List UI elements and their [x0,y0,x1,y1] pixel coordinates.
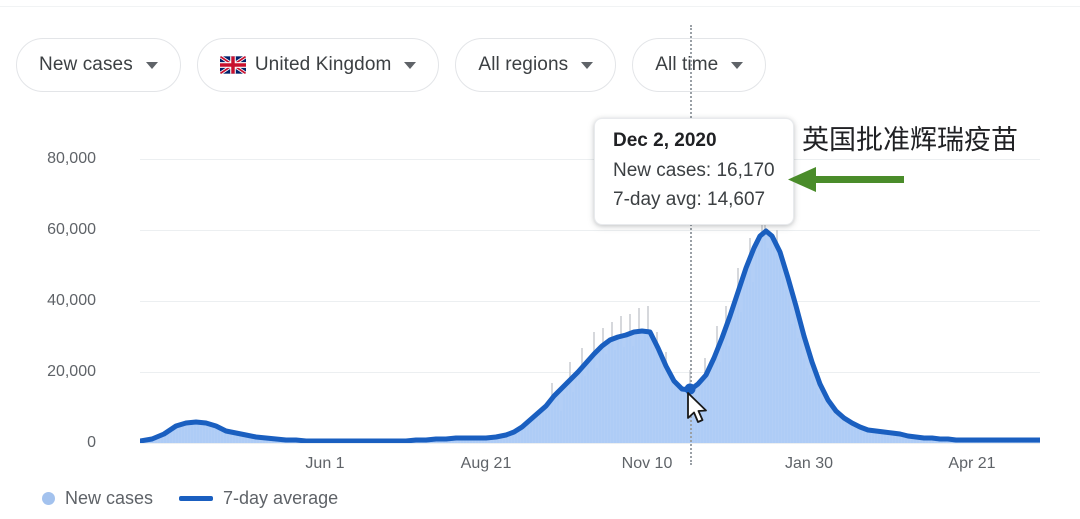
filter-chip-timerange[interactable]: All time [632,38,767,92]
chevron-down-icon [731,61,744,69]
tooltip-new-cases: New cases: 16,170 [613,160,775,181]
filter-chip-metric[interactable]: New cases [16,38,181,92]
filter-chip-region[interactable]: All regions [455,38,617,92]
case-area-fill [140,231,1040,443]
annotation-arrow-left-icon [786,164,906,201]
chevron-down-icon [145,61,158,69]
filter-chip-country-label: United Kingdom [254,54,392,75]
x-axis-tick-label: Nov 10 [621,455,673,472]
chevron-down-icon [404,61,417,69]
annotation-label: 英国批准辉瑞疫苗 [802,125,1018,156]
legend-label-new-cases: New cases [65,488,154,508]
chart-plot-area [140,208,1040,443]
legend-item-new-cases[interactable]: New cases [42,488,153,509]
legend-dot-icon [42,492,55,505]
tooltip-date: Dec 2, 2020 [613,130,717,151]
x-axis-tick-label: Aug 21 [460,455,512,472]
filter-chip-timerange-label: All time [655,54,719,75]
legend-label-seven-day-average: 7-day average [223,488,339,508]
filter-chip-country[interactable]: United Kingdom [196,38,440,92]
legend-item-seven-day-average[interactable]: 7-day average [179,488,338,509]
chart-tooltip: Dec 2, 2020 New cases: 16,170 7-day avg:… [594,118,794,225]
x-axis-tick-label: Apr 21 [948,455,996,472]
mouse-cursor-icon [686,392,710,431]
chart-legend: New cases 7-day average [42,488,338,509]
covid-cases-chart[interactable]: 80,000 60,000 40,000 20,000 0 Jun 1 Aug … [0,25,1080,480]
legend-line-icon [179,496,214,501]
chevron-down-icon [581,61,594,69]
tooltip-seven-day-avg: 7-day avg: 14,607 [613,189,766,210]
filter-chip-metric-label: New cases [39,54,133,75]
top-divider [0,6,1080,7]
x-axis-tick-label: Jan 30 [784,455,834,472]
x-axis-tick-label: Jun 1 [305,455,345,472]
filter-chip-bar: New cases United Kingdom All regions All [16,38,767,92]
filter-chip-region-label: All regions [478,54,569,75]
united-kingdom-flag-icon [219,56,246,74]
